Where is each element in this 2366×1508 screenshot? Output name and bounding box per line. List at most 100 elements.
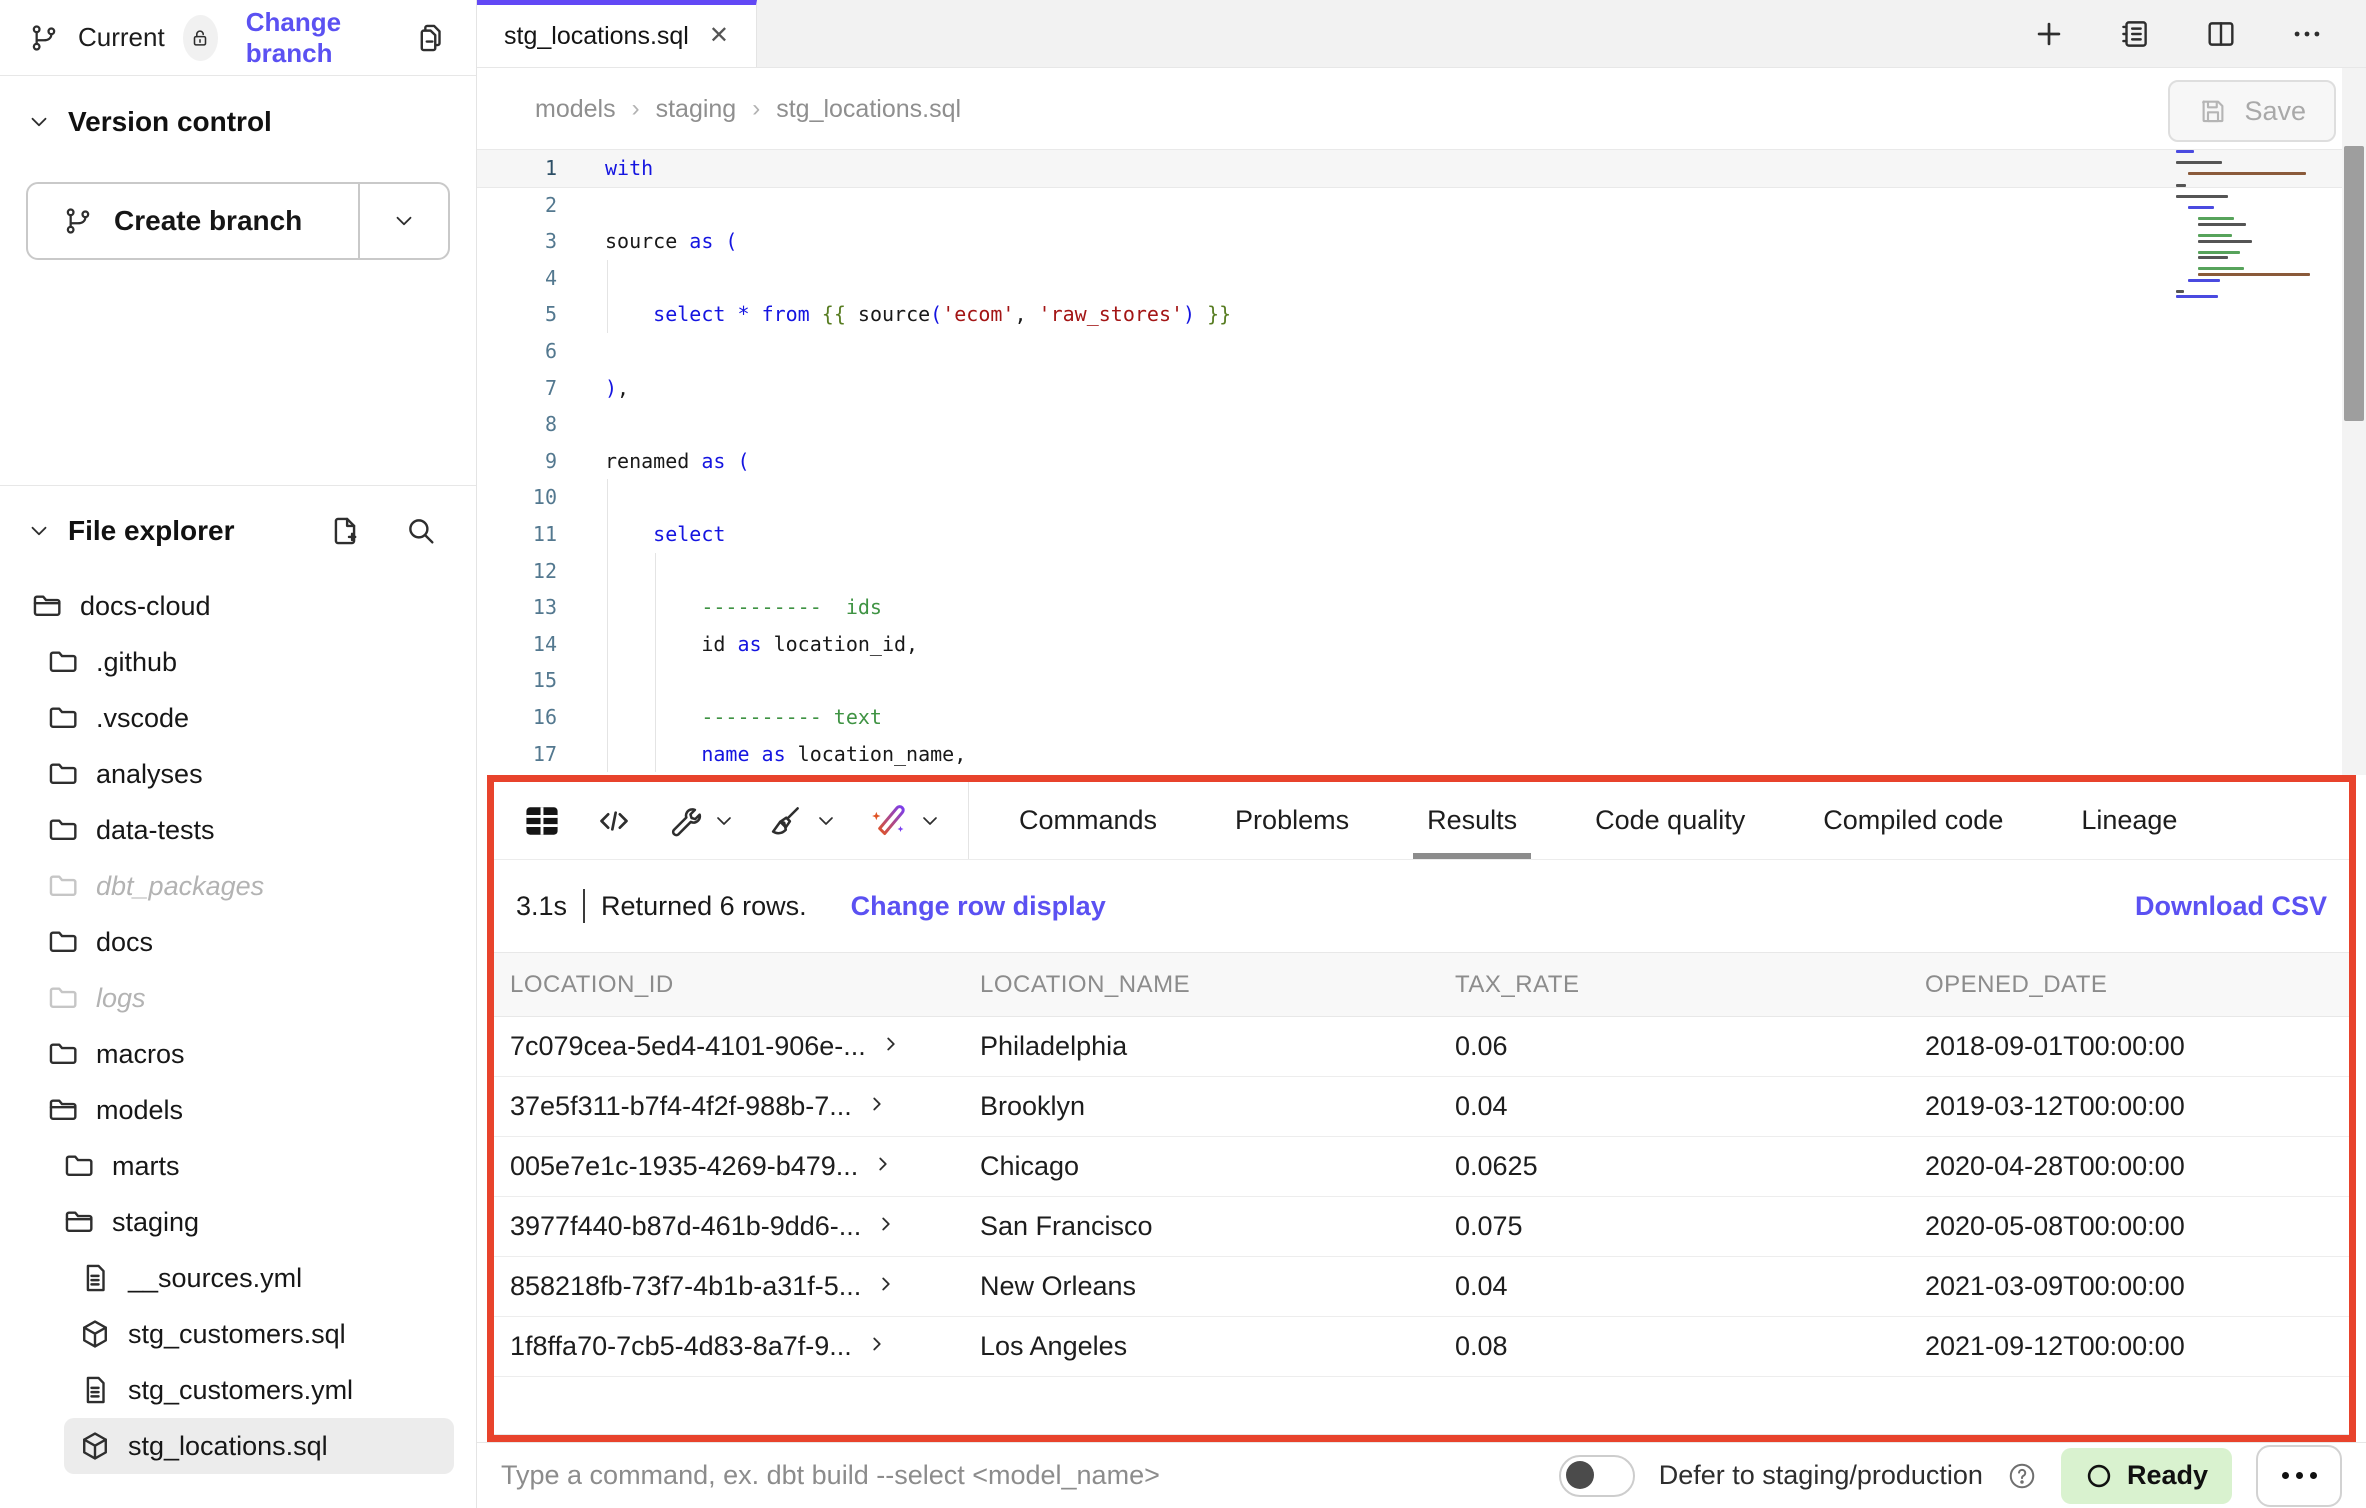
cell-location-name: Philadelphia <box>964 1017 1439 1077</box>
notebook-icon[interactable] <box>2118 17 2152 51</box>
tree-item-label: stg_customers.sql <box>128 1319 346 1350</box>
main-area: stg_locations.sql ✕ models›st <box>477 0 2366 1508</box>
code-line-8[interactable]: 8 <box>477 406 2366 443</box>
code-line-13[interactable]: 13 ---------- ids <box>477 589 2366 626</box>
panel-tab-problems[interactable]: Problems <box>1231 782 1353 859</box>
expand-cell-icon[interactable] <box>880 1033 902 1055</box>
code-line-1[interactable]: 1with <box>477 150 2366 187</box>
tree-item-marts[interactable]: marts <box>0 1138 476 1194</box>
defer-toggle[interactable] <box>1559 1455 1635 1497</box>
folder-icon <box>46 869 80 903</box>
editor-scrollbar[interactable] <box>2342 68 2366 775</box>
status-badge[interactable]: Ready <box>2061 1448 2232 1504</box>
tree-item-github[interactable]: .github <box>0 634 476 690</box>
more-actions-button[interactable] <box>2256 1445 2342 1507</box>
tree-item-macros[interactable]: macros <box>0 1026 476 1082</box>
panel-tab-results[interactable]: Results <box>1423 782 1521 859</box>
code-line-10[interactable]: 10 <box>477 479 2366 516</box>
panel-tab-compiled-code[interactable]: Compiled code <box>1819 782 2007 859</box>
build-tools-dropdown[interactable] <box>664 802 736 840</box>
breadcrumb-item[interactable]: staging <box>656 95 737 124</box>
chevron-down-icon <box>391 208 417 234</box>
tree-item-dbt-packages[interactable]: dbt_packages <box>0 858 476 914</box>
copy-icon[interactable] <box>414 21 448 55</box>
panel-tab-code-quality[interactable]: Code quality <box>1591 782 1749 859</box>
code-line-16[interactable]: 16 ---------- text <box>477 699 2366 736</box>
code-editor[interactable]: 1with23source as (45 select * from {{ so… <box>477 150 2366 772</box>
tree-item-logs[interactable]: logs <box>0 970 476 1026</box>
tab-stg-locations-sql[interactable]: stg_locations.sql ✕ <box>477 0 757 67</box>
expand-cell-icon[interactable] <box>872 1153 894 1175</box>
code-line-3[interactable]: 3source as ( <box>477 223 2366 260</box>
change-row-display-link[interactable]: Change row display <box>851 891 1106 922</box>
more-options-icon[interactable] <box>2290 17 2324 51</box>
tree-item-docs[interactable]: docs <box>0 914 476 970</box>
help-icon[interactable] <box>2007 1461 2037 1491</box>
line-number: 7 <box>477 370 557 407</box>
cell-location-name: New Orleans <box>964 1257 1439 1317</box>
tree-item-stg-locations-sql[interactable]: stg_locations.sql <box>0 1418 476 1474</box>
expand-cell-icon[interactable] <box>866 1093 888 1115</box>
expand-cell-icon[interactable] <box>875 1213 897 1235</box>
file-icon <box>78 1261 112 1295</box>
ai-assist-dropdown[interactable] <box>868 801 942 841</box>
code-line-4[interactable]: 4 <box>477 260 2366 297</box>
search-icon[interactable] <box>404 514 438 548</box>
line-number: 17 <box>477 736 557 773</box>
scrollbar-thumb[interactable] <box>2344 146 2364 421</box>
code-line-11[interactable]: 11 select <box>477 516 2366 553</box>
tree-item-sources-yml[interactable]: __sources.yml <box>0 1250 476 1306</box>
breadcrumb-item[interactable]: models <box>535 95 616 124</box>
command-input[interactable]: Type a command, ex. dbt build --select <… <box>501 1460 1559 1491</box>
results-table: LOCATION_IDLOCATION_NAMETAX_RATEOPENED_D… <box>494 952 2349 1377</box>
table-row: 005e7e1c-1935-4269-b479...Chicago0.06252… <box>494 1137 2349 1197</box>
create-branch-button[interactable]: Create branch <box>28 184 358 258</box>
create-branch-dropdown[interactable] <box>358 184 448 258</box>
line-number: 13 <box>477 589 557 626</box>
code-line-12[interactable]: 12 <box>477 553 2366 590</box>
results-table-footer <box>494 1377 2349 1435</box>
code-line-7[interactable]: 7), <box>477 370 2366 407</box>
tree-item-vscode[interactable]: .vscode <box>0 690 476 746</box>
panel-tab-lineage[interactable]: Lineage <box>2077 782 2181 859</box>
file-explorer-header[interactable]: File explorer <box>0 514 476 548</box>
code-line-14[interactable]: 14 id as location_id, <box>477 626 2366 663</box>
table-view-icon[interactable] <box>520 799 564 843</box>
save-button[interactable]: Save <box>2168 80 2336 142</box>
code-line-2[interactable]: 2 <box>477 187 2366 224</box>
format-dropdown[interactable] <box>766 802 838 840</box>
code-line-5[interactable]: 5 select * from {{ source('ecom', 'raw_s… <box>477 296 2366 333</box>
download-csv-link[interactable]: Download CSV <box>2135 891 2327 922</box>
code-view-icon[interactable] <box>594 801 634 841</box>
tree-item-models[interactable]: models <box>0 1082 476 1138</box>
code-line-9[interactable]: 9renamed as ( <box>477 443 2366 480</box>
new-file-icon[interactable] <box>328 514 362 548</box>
tree-item-label: models <box>96 1095 183 1126</box>
expand-cell-icon[interactable] <box>875 1273 897 1295</box>
tree-item-staging[interactable]: staging <box>0 1194 476 1250</box>
panel-tab-commands[interactable]: Commands <box>1015 782 1161 859</box>
table-row: 3977f440-b87d-461b-9dd6-...San Francisco… <box>494 1197 2349 1257</box>
tree-item-stg-customers-sql[interactable]: stg_customers.sql <box>0 1306 476 1362</box>
tree-item-data-tests[interactable]: data-tests <box>0 802 476 858</box>
split-editor-icon[interactable] <box>2204 17 2238 51</box>
create-branch-label: Create branch <box>114 205 302 237</box>
line-number: 14 <box>477 626 557 663</box>
code-line-15[interactable]: 15 <box>477 662 2366 699</box>
tree-item-analyses[interactable]: analyses <box>0 746 476 802</box>
minimap[interactable] <box>2176 150 2326 301</box>
tree-item-stg-customers-yml[interactable]: stg_customers.yml <box>0 1362 476 1418</box>
tree-item-docs-cloud[interactable]: docs-cloud <box>0 578 476 634</box>
chevron-down-icon <box>26 109 52 135</box>
expand-cell-icon[interactable] <box>866 1333 888 1355</box>
git-branch-icon <box>62 205 94 237</box>
new-tab-icon[interactable] <box>2032 17 2066 51</box>
tab-close-icon[interactable]: ✕ <box>709 24 729 48</box>
tree-item-label: .vscode <box>96 703 189 734</box>
version-control-header[interactable]: Version control <box>26 106 450 138</box>
change-branch-link[interactable]: Change branch <box>246 7 390 69</box>
code-line-6[interactable]: 6 <box>477 333 2366 370</box>
folder-icon <box>46 925 80 959</box>
code-line-17[interactable]: 17 name as location_name, <box>477 736 2366 773</box>
breadcrumb-item[interactable]: stg_locations.sql <box>776 95 961 124</box>
